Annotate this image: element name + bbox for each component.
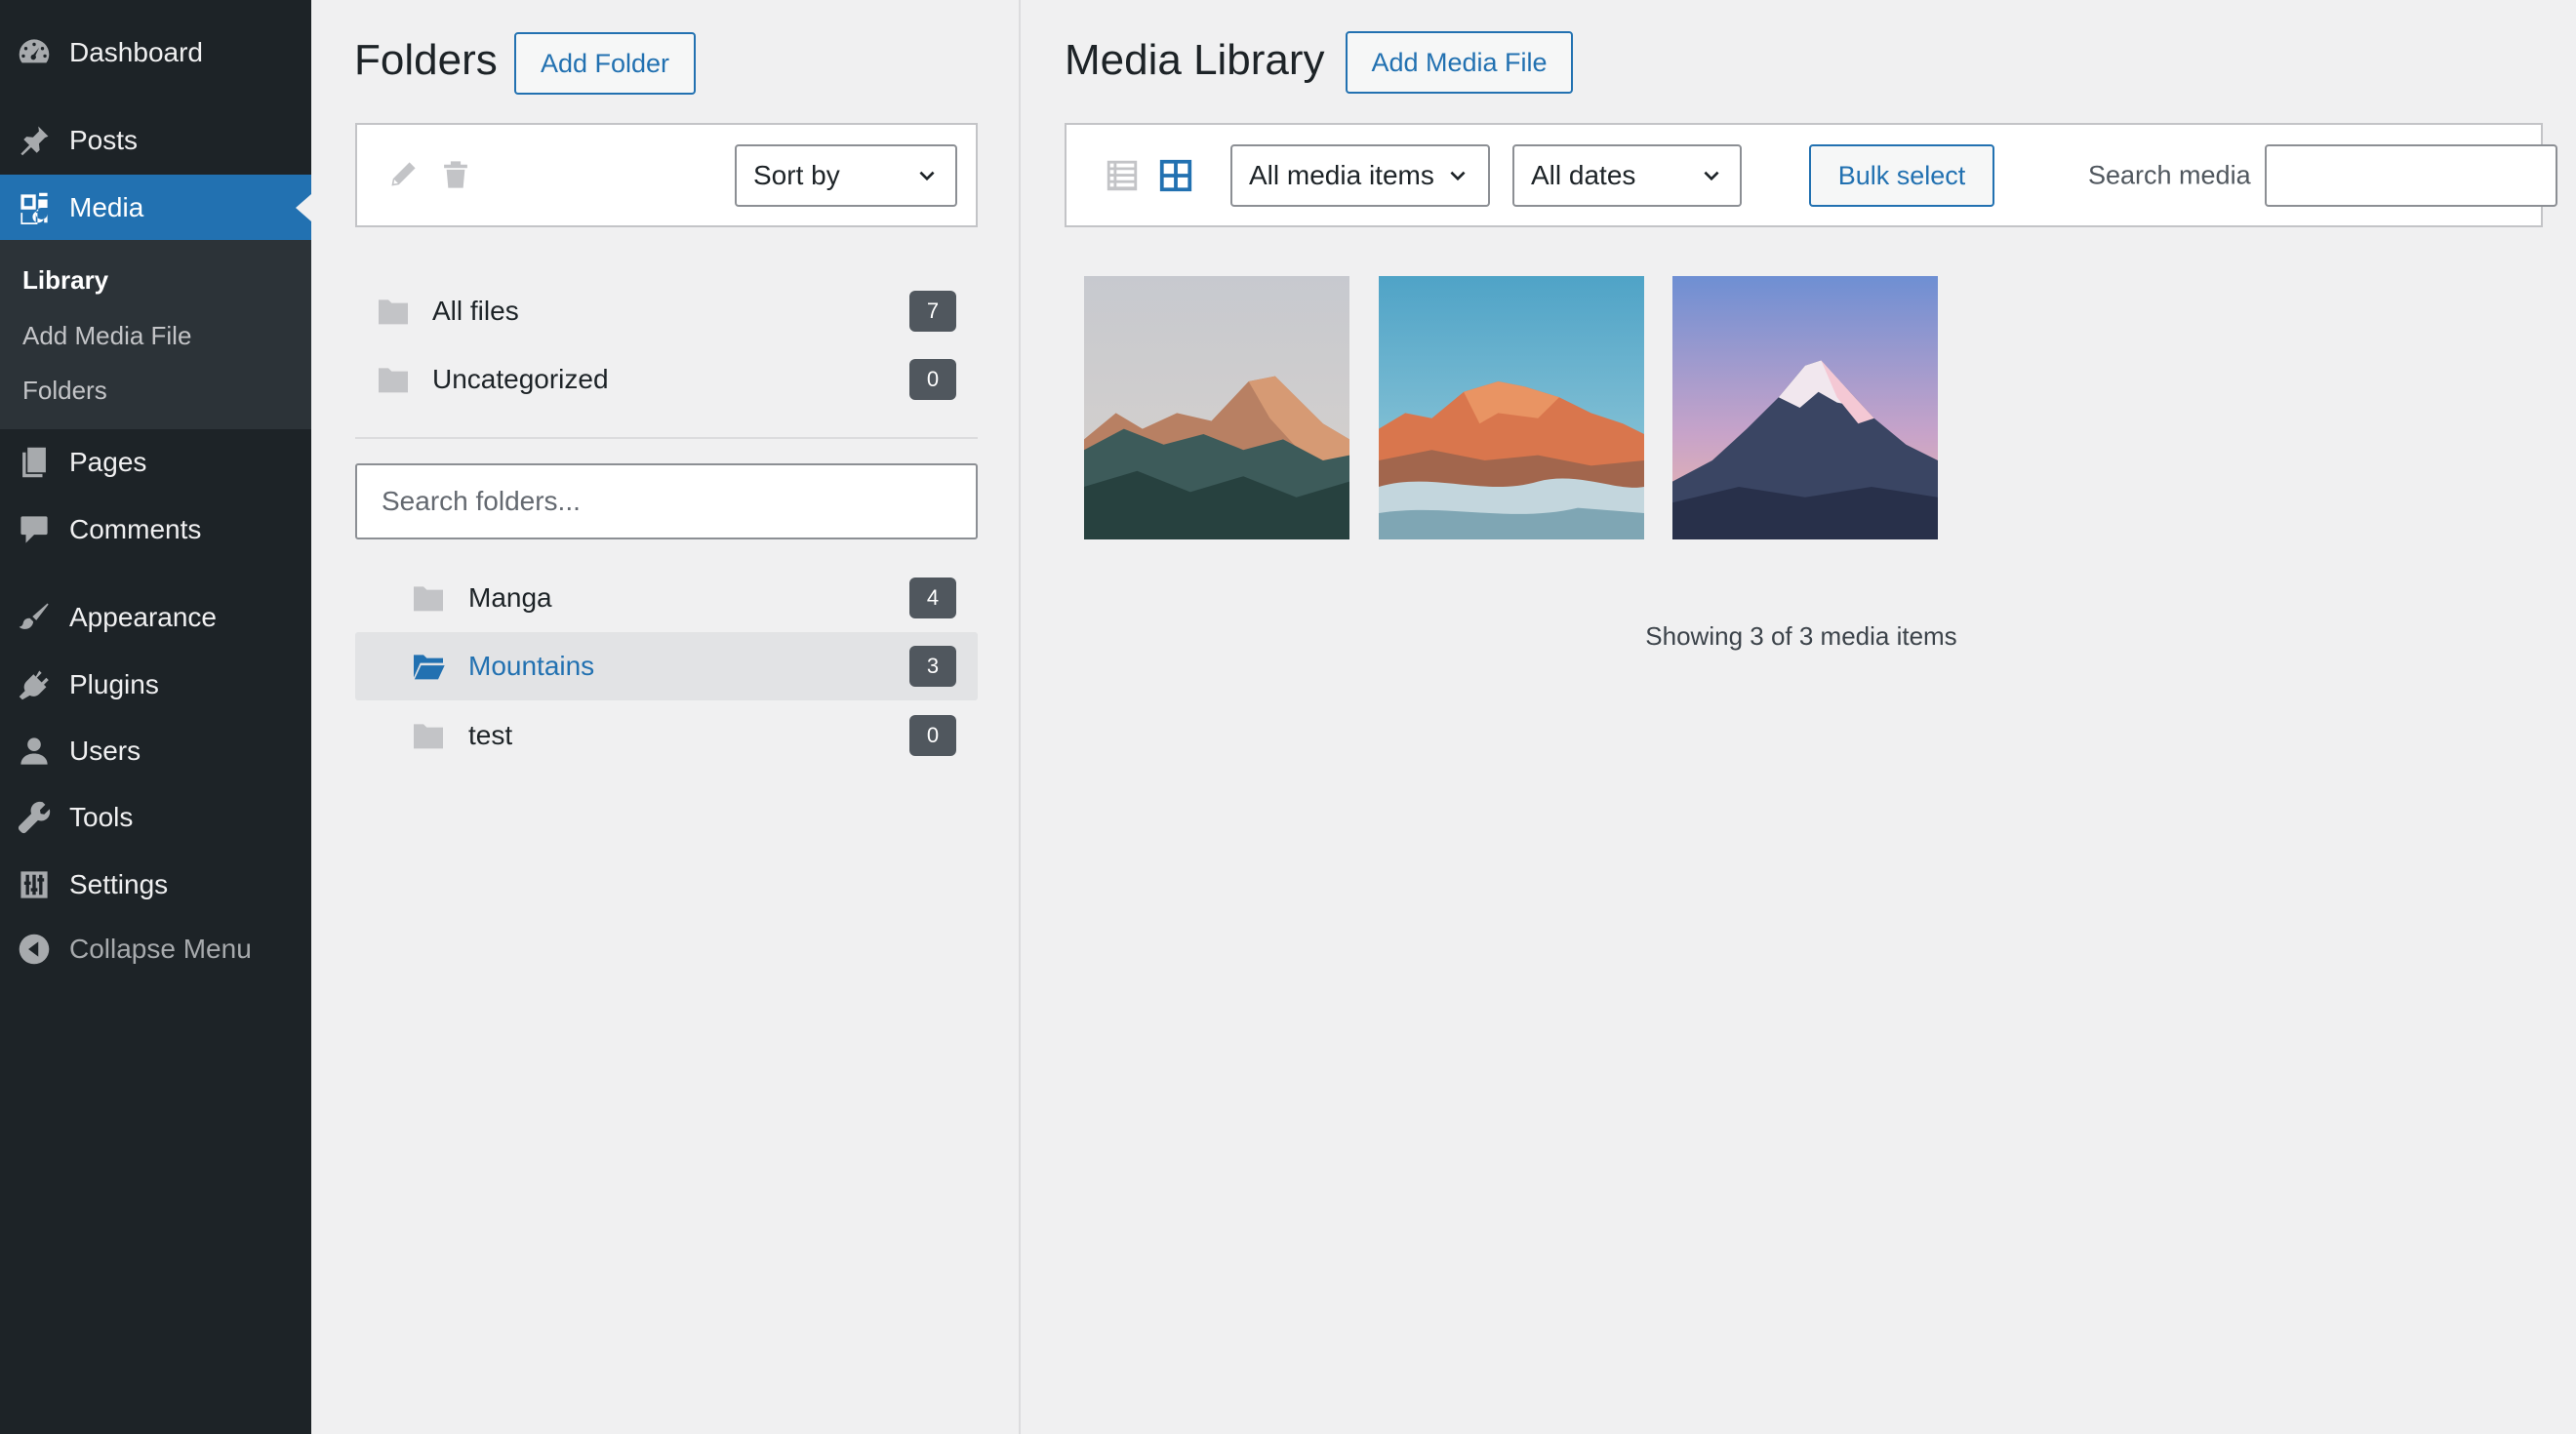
menu-label: Collapse Menu <box>69 934 252 964</box>
sort-by-select[interactable]: Sort by <box>735 144 957 207</box>
menu-item-media[interactable]: Media <box>0 175 311 241</box>
media-submenu: Library Add Media File Folders <box>0 240 311 429</box>
media-library: Media Library Add Media File All media i… <box>1021 0 2576 1434</box>
menu-item-comments[interactable]: Comments <box>0 497 311 563</box>
menu-item-pages[interactable]: Pages <box>0 429 311 496</box>
search-media-input[interactable] <box>2265 144 2557 207</box>
menu-label: Plugins <box>69 669 159 699</box>
media-type-filter-label: All media items <box>1249 160 1434 190</box>
chevron-down-icon <box>919 171 935 181</box>
plug-icon <box>18 668 51 701</box>
menu-label: Tools <box>69 802 134 832</box>
folder-count-badge: 3 <box>909 646 956 687</box>
collapse-menu-button[interactable]: Collapse Menu <box>0 916 311 982</box>
menu-item-users[interactable]: Users <box>0 718 311 784</box>
folder-count-badge: 7 <box>909 291 956 332</box>
media-icon <box>18 191 51 224</box>
chevron-down-icon <box>1450 171 1466 181</box>
add-media-file-button[interactable]: Add Media File <box>1346 31 1573 94</box>
collapse-icon <box>18 933 51 966</box>
date-filter[interactable]: All dates <box>1512 144 1742 207</box>
folder-count-badge: 0 <box>909 715 956 756</box>
pin-icon <box>18 124 51 157</box>
media-thumbnail[interactable] <box>1379 276 1644 539</box>
media-type-filter[interactable]: All media items <box>1230 144 1490 207</box>
menu-item-dashboard[interactable]: Dashboard <box>0 20 311 86</box>
menu-label: Appearance <box>69 602 218 632</box>
folder-all-files[interactable]: All files 7 <box>355 277 978 345</box>
search-folders-input[interactable] <box>355 463 978 539</box>
chevron-down-icon <box>1704 171 1719 181</box>
sliders-icon <box>18 868 51 901</box>
folder-divider <box>355 437 978 439</box>
dashboard-icon <box>18 36 51 69</box>
menu-item-tools[interactable]: Tools <box>0 784 311 851</box>
menu-label: Dashboard <box>69 37 203 67</box>
list-view-icon[interactable] <box>1104 157 1141 194</box>
menu-label: Media <box>69 192 144 222</box>
folder-label: All files <box>432 296 519 326</box>
sort-by-label: Sort by <box>753 160 840 190</box>
folder-uncategorized[interactable]: Uncategorized 0 <box>355 345 978 414</box>
menu-item-appearance[interactable]: Appearance <box>0 584 311 651</box>
media-toolbar: All media items All dates Bulk select Se… <box>1065 123 2557 227</box>
menu-item-settings[interactable]: Settings <box>0 852 311 918</box>
current-menu-arrow <box>296 194 311 221</box>
folders-title: Folders <box>354 36 498 84</box>
folder-test[interactable]: test 0 <box>355 701 978 770</box>
add-folder-button[interactable]: Add Folder <box>514 32 696 95</box>
comment-icon <box>18 513 51 546</box>
folders-panel: Folders Add Folder Sort by All files 7 U… <box>311 0 1021 1434</box>
folder-label: Mountains <box>468 651 595 681</box>
bulk-select-button[interactable]: Bulk select <box>1809 144 1994 207</box>
brush-icon <box>18 601 51 634</box>
folder-count-badge: 0 <box>909 359 956 400</box>
folder-mountains[interactable]: Mountains 3 <box>355 632 978 700</box>
trash-icon[interactable] <box>439 158 472 191</box>
menu-label: Posts <box>69 125 139 155</box>
pencil-icon[interactable] <box>386 158 420 191</box>
folder-label: Manga <box>468 582 552 613</box>
open-folder-icon <box>414 655 445 680</box>
menu-label: Settings <box>69 869 169 899</box>
grid-view-icon[interactable] <box>1157 157 1194 194</box>
search-media-label: Search media <box>2088 160 2251 189</box>
admin-sidebar: Dashboard Posts Media Library Add Media … <box>0 0 311 1434</box>
folder-count-badge: 4 <box>909 578 956 618</box>
folder-icon <box>414 724 443 749</box>
media-library-title: Media Library <box>1065 36 1325 84</box>
menu-label: Comments <box>69 514 202 544</box>
date-filter-label: All dates <box>1531 160 1636 190</box>
pages-icon <box>18 446 51 479</box>
user-icon <box>18 735 51 768</box>
media-thumbnail[interactable] <box>1084 276 1349 539</box>
folder-label: test <box>468 720 513 750</box>
menu-label: Pages <box>69 447 147 477</box>
folder-icon <box>379 299 408 325</box>
folder-manga[interactable]: Manga 4 <box>355 564 978 632</box>
folder-icon <box>379 368 408 393</box>
folder-toolbar: Sort by <box>355 123 978 227</box>
submenu-item-library[interactable]: Library <box>22 265 108 296</box>
menu-item-plugins[interactable]: Plugins <box>0 652 311 718</box>
submenu-item-add-media-file[interactable]: Add Media File <box>22 321 191 351</box>
folder-label: Uncategorized <box>432 364 609 394</box>
folder-icon <box>414 586 443 612</box>
media-thumbnail[interactable] <box>1672 276 1938 539</box>
menu-item-posts[interactable]: Posts <box>0 107 311 174</box>
submenu-item-folders[interactable]: Folders <box>22 376 107 406</box>
media-count-status: Showing 3 of 3 media items <box>1645 621 1957 651</box>
menu-label: Users <box>69 736 141 766</box>
wrench-icon <box>18 801 51 834</box>
